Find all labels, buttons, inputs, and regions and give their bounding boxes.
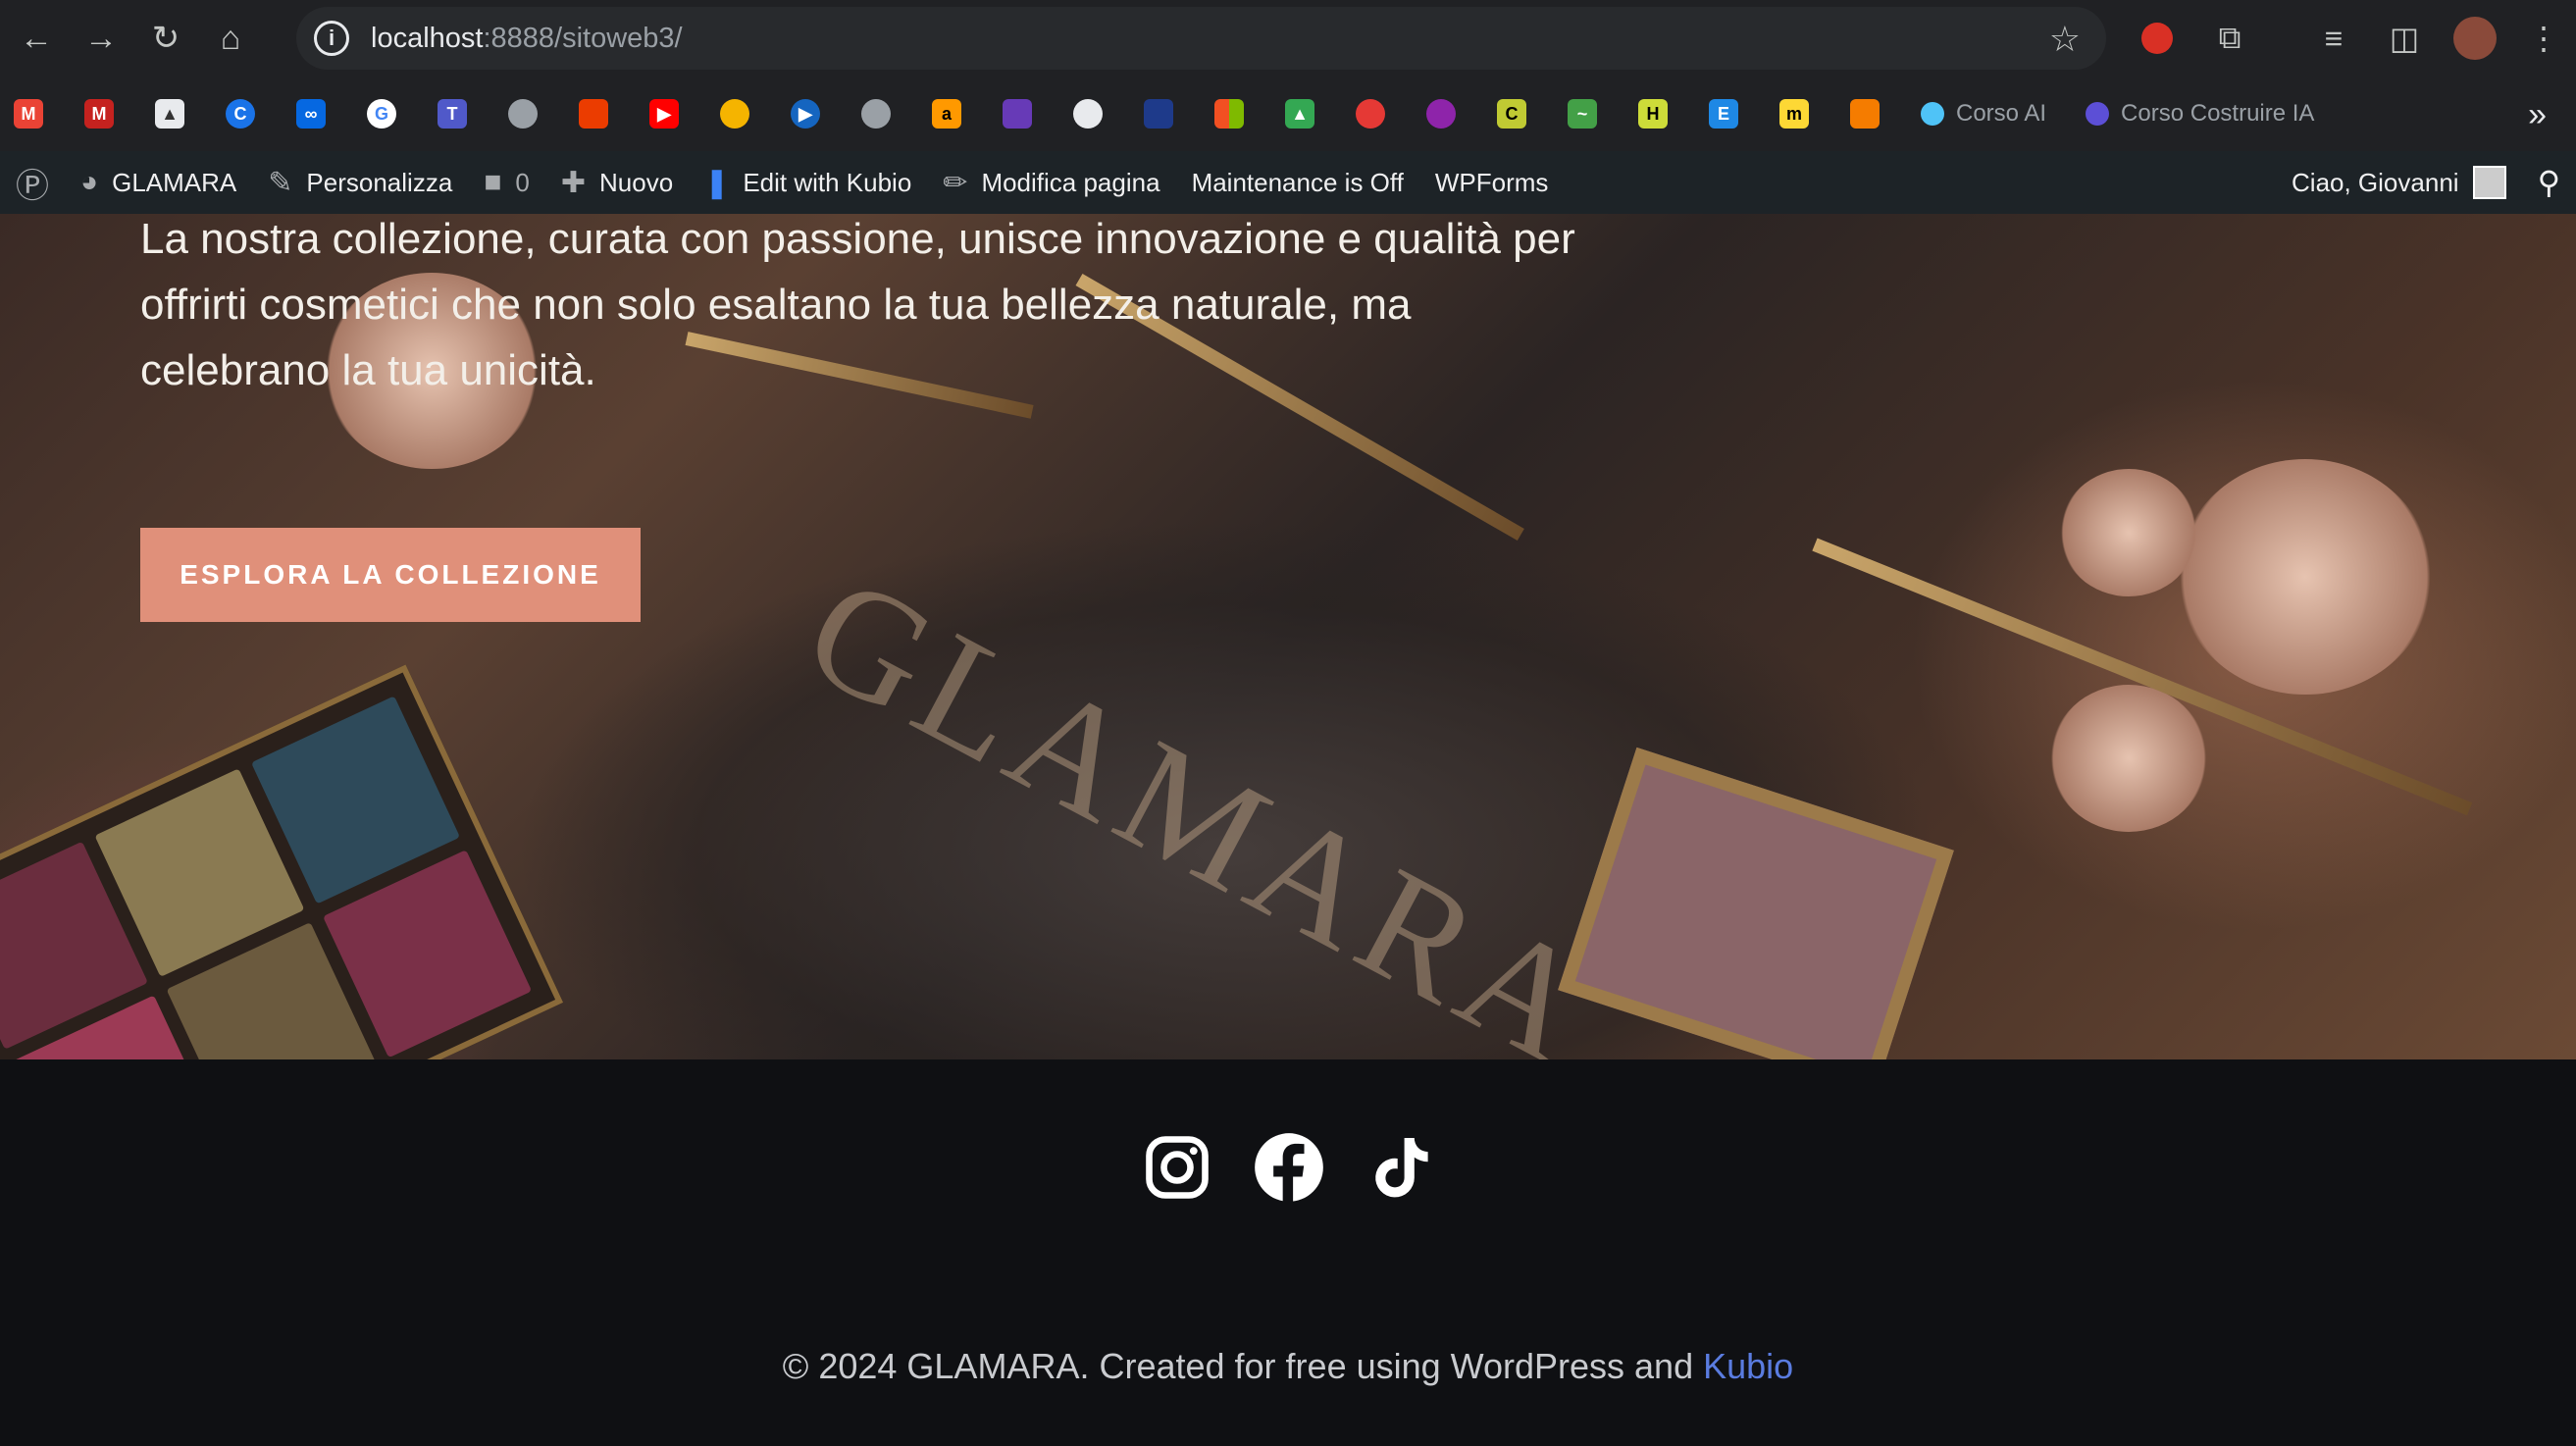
wp-new[interactable]: ✚ Nuovo: [545, 151, 689, 214]
kubio-link[interactable]: Kubio: [1703, 1346, 1793, 1386]
teams-bookmark-icon[interactable]: T: [438, 99, 467, 129]
bookmark-folder-corso-ai[interactable]: Corso AI: [1921, 100, 2046, 128]
footer-copyright: © 2024 GLAMARA. Created for free using W…: [782, 1346, 1794, 1386]
wp-comments[interactable]: ■ 0: [468, 151, 545, 214]
wp-account[interactable]: Ciao, Giovanni: [2276, 151, 2522, 214]
trend-bookmark-icon[interactable]: ~: [1568, 99, 1597, 129]
bookmark-icon[interactable]: [1144, 99, 1173, 129]
google-bookmark-icon[interactable]: G: [367, 99, 396, 129]
profile-avatar[interactable]: [2450, 14, 2499, 63]
globe-bookmark-icon[interactable]: [861, 99, 891, 129]
back-icon[interactable]: ←: [8, 10, 65, 67]
explore-collection-button[interactable]: ESPLORA LA COLLEZIONE: [140, 528, 641, 622]
wp-wpforms[interactable]: WPForms: [1419, 151, 1565, 214]
wp-maintenance[interactable]: Maintenance is Off: [1176, 151, 1419, 214]
eyeshadow-palette-image: [0, 664, 564, 1059]
blush-compact-image: [1558, 747, 1954, 1059]
reload-icon[interactable]: ↻: [137, 10, 194, 67]
home-icon[interactable]: ⌂: [202, 10, 259, 67]
side-panel-icon[interactable]: ◫: [2380, 14, 2429, 63]
amazon-bookmark-icon[interactable]: a: [932, 99, 961, 129]
bookmark-icon[interactable]: [720, 99, 749, 129]
hero-description: La nostra collezione, curata con passion…: [140, 215, 1575, 394]
bookmark-icon[interactable]: [1073, 99, 1103, 129]
site-info-icon[interactable]: i: [314, 21, 349, 56]
extensions-puzzle-icon[interactable]: ⧉: [2205, 14, 2254, 63]
search-icon[interactable]: ⚲: [2522, 151, 2576, 214]
user-avatar: [2472, 166, 2506, 199]
menu-kebab-icon[interactable]: ⋮: [2519, 14, 2568, 63]
more-bookmarks-icon[interactable]: »: [2528, 96, 2547, 134]
forward-icon[interactable]: →: [73, 10, 129, 67]
bookmark-icon[interactable]: m: [1779, 99, 1809, 129]
microsoft-bookmark-icon[interactable]: [1214, 99, 1244, 129]
rose-image: [2178, 459, 2433, 695]
globe-bookmark-icon[interactable]: [508, 99, 538, 129]
bookmarks-bar: M M ▲ C ∞ G T ▶ ▶ a ▲ C ~ H E m Corso AI…: [0, 77, 2576, 151]
bookmark-folder-corso-costruire-ia[interactable]: Corso Costruire IA: [2086, 100, 2314, 128]
tiktok-icon[interactable]: [1362, 1128, 1440, 1207]
address-bar[interactable]: i localhost:8888/sitoweb3/ ☆: [296, 7, 2106, 70]
facebook-icon[interactable]: [1250, 1128, 1328, 1207]
bookmark-icon[interactable]: [1356, 99, 1385, 129]
pencil-icon: ✏: [943, 166, 968, 199]
folder-dot-icon: [2086, 102, 2110, 126]
office-bookmark-icon[interactable]: [579, 99, 608, 129]
bookmark-icon[interactable]: ▲: [155, 99, 184, 129]
wp-edit-kubio[interactable]: ❚ Edit with Kubio: [689, 151, 927, 214]
gmail-bookmark-icon[interactable]: M: [84, 99, 114, 129]
rose-image: [2050, 685, 2207, 832]
footer: [0, 1059, 2576, 1446]
bookmark-icon[interactable]: [1003, 99, 1032, 129]
rose-image: [2060, 469, 2197, 596]
wp-edit-page[interactable]: ✏ Modifica pagina: [927, 151, 1175, 214]
wp-site-name[interactable]: ◕ GLAMARA: [65, 151, 252, 214]
analytics-bookmark-icon[interactable]: [1850, 99, 1880, 129]
comment-icon: ■: [484, 166, 502, 198]
bookmark-icon[interactable]: C: [1497, 99, 1526, 129]
hero-watermark: GLAMARA: [780, 540, 1623, 1059]
wordpress-logo-icon[interactable]: Ⓟ: [0, 151, 65, 214]
gmail-bookmark-icon[interactable]: M: [14, 99, 43, 129]
instagram-icon[interactable]: [1138, 1128, 1216, 1207]
brush-icon: ✎: [268, 166, 293, 199]
meta-bookmark-icon[interactable]: ∞: [296, 99, 326, 129]
bookmark-star-icon[interactable]: ☆: [2049, 19, 2081, 60]
url-text[interactable]: localhost:8888/sitoweb3/: [371, 23, 683, 55]
browser-toolbar: ← → ↻ ⌂ i localhost:8888/sitoweb3/ ☆ ⧉ ≡…: [0, 0, 2576, 77]
play-bookmark-icon[interactable]: ▶: [791, 99, 820, 129]
reading-list-icon[interactable]: ≡: [2309, 14, 2358, 63]
folder-dot-icon: [1921, 102, 1944, 126]
wp-admin-bar: Ⓟ ◕ GLAMARA ✎ Personalizza ■ 0 ✚ Nuovo ❚ Edit…: [0, 151, 2576, 214]
kubio-icon: ❚: [704, 166, 730, 199]
plus-icon: ✚: [560, 166, 587, 199]
bookmark-icon[interactable]: [1426, 99, 1456, 129]
bookmark-icon[interactable]: E: [1709, 99, 1738, 129]
wp-customize[interactable]: ✎ Personalizza: [252, 151, 468, 214]
youtube-bookmark-icon[interactable]: ▶: [649, 99, 679, 129]
drive-bookmark-icon[interactable]: ▲: [1285, 99, 1314, 129]
adblock-extension-icon[interactable]: [2133, 14, 2182, 63]
dashboard-icon: ◕: [80, 166, 99, 198]
bookmark-icon[interactable]: H: [1638, 99, 1668, 129]
canva-bookmark-icon[interactable]: C: [226, 99, 255, 129]
